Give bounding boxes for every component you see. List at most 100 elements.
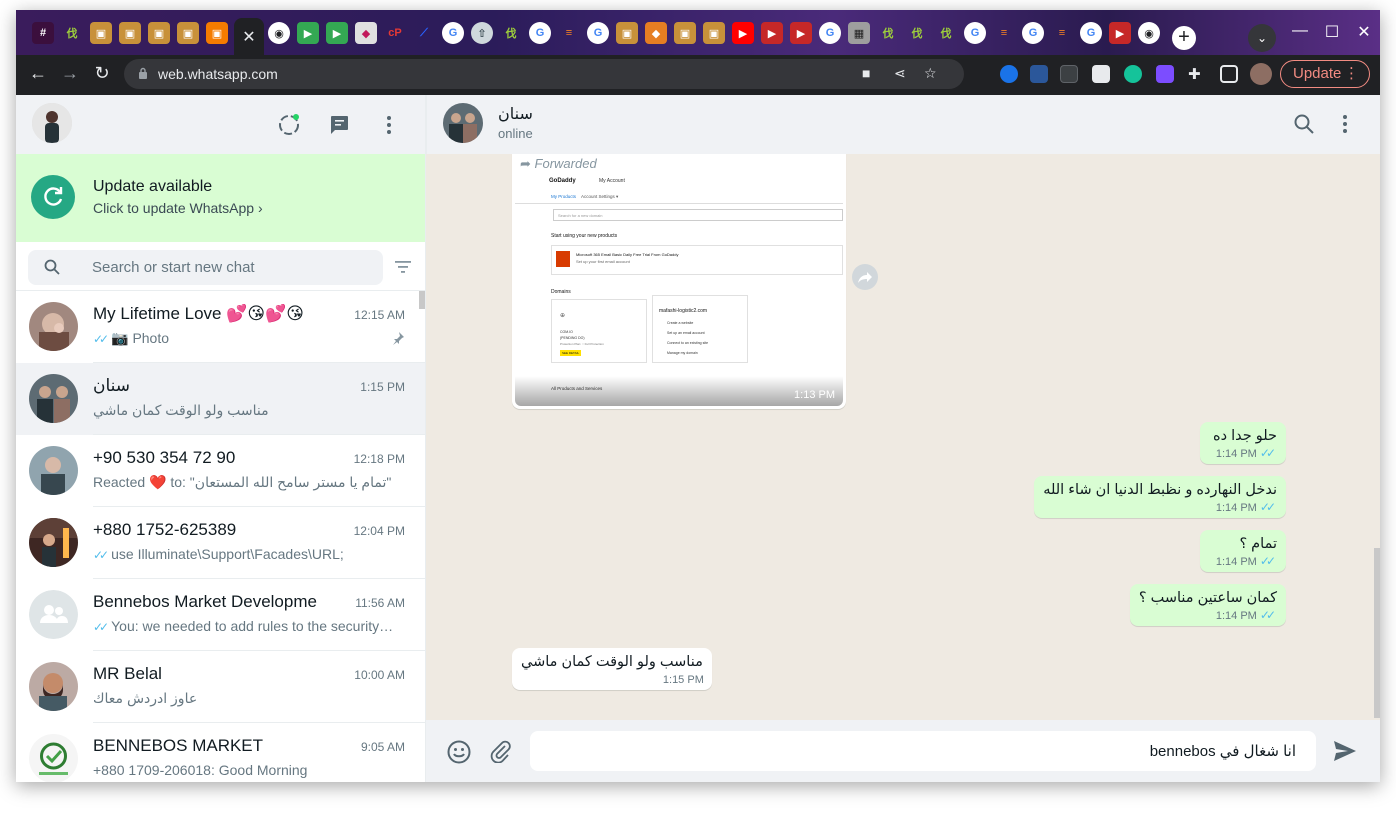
conversation-header[interactable]: سنان online xyxy=(426,95,1380,154)
send-icon[interactable] xyxy=(1332,739,1358,763)
message-text: مناسب ولو الوقت كمان ماشي xyxy=(521,654,703,670)
share-icon[interactable]: ⋖ xyxy=(894,65,906,82)
extension-icon[interactable] xyxy=(1092,65,1110,83)
list-item[interactable]: +880 1752-625389 12:04 PM ✓✓ use Illumina… xyxy=(16,507,425,579)
tab-youtube-icon[interactable]: ▶ xyxy=(790,22,812,44)
tab-google-icon[interactable]: G xyxy=(529,22,551,44)
close-window-icon[interactable]: ✕ xyxy=(1352,22,1376,42)
avatar[interactable] xyxy=(32,103,72,143)
outgoing-message[interactable]: حلو جدا ده 1:14 PM ✓✓ xyxy=(1200,422,1286,464)
update-subtitle[interactable]: Click to update WhatsApp › xyxy=(93,200,263,216)
tab-qr-icon[interactable]: ▦ xyxy=(848,22,870,44)
tab-bennebos-icon[interactable]: 伐 xyxy=(935,22,957,44)
list-item[interactable]: Bennebos Market Developme 11:56 AM ✓✓ You… xyxy=(16,579,425,651)
address-bar[interactable]: web.whatsapp.com ■ ⋖ ☆ xyxy=(124,59,964,89)
scrollbar[interactable] xyxy=(1374,548,1380,718)
camera-icon[interactable]: ■ xyxy=(862,65,870,81)
list-item[interactable]: +90 530 354 72 90 12:18 PM Reacted ❤️ to… xyxy=(16,435,425,507)
update-banner[interactable]: Update available Click to update WhatsAp… xyxy=(16,154,425,242)
tab-package-icon[interactable]: ▣ xyxy=(703,22,725,44)
extension-icon[interactable] xyxy=(1030,65,1048,83)
list-item[interactable]: سنان 1:15 PM مناسب ولو الوقت كمان ماشي xyxy=(16,363,425,435)
tab-bennebos-icon[interactable]: 伐 xyxy=(500,22,522,44)
tab-box-icon[interactable]: ◆ xyxy=(645,22,667,44)
tab-package-icon[interactable]: ▣ xyxy=(148,22,170,44)
forward-icon[interactable] xyxy=(852,264,878,290)
tab-google-icon[interactable]: G xyxy=(442,22,464,44)
avatar[interactable] xyxy=(443,103,483,143)
tab-google-icon[interactable]: G xyxy=(1022,22,1044,44)
list-item[interactable]: BENNEBOS MARKET 9:05 AM +880 1709-206018… xyxy=(16,723,425,782)
forward-icon[interactable]: → xyxy=(58,63,82,84)
tab-stack-icon[interactable]: ≡ xyxy=(558,22,580,44)
reload-icon[interactable]: ↻ xyxy=(90,63,114,84)
browser-menu-icon[interactable]: ⋮ xyxy=(1344,61,1359,87)
tab-bennebos-icon[interactable]: 伐 xyxy=(61,22,83,44)
tab-search-icon[interactable]: ⌄ xyxy=(1248,24,1276,52)
puzzle-icon[interactable]: ✚ xyxy=(1188,65,1206,83)
message-input[interactable]: انا شغال في bennebos xyxy=(530,731,1316,771)
tab-stack-icon[interactable]: ≡ xyxy=(993,22,1015,44)
incoming-message[interactable]: مناسب ولو الوقت كمان ماشي 1:15 PM xyxy=(512,648,712,690)
tab-cube-icon[interactable]: ▣ xyxy=(206,22,228,44)
tab-package-icon[interactable]: ▣ xyxy=(674,22,696,44)
tab-google-icon[interactable]: G xyxy=(587,22,609,44)
browser-update-button[interactable]: Update ⋮ xyxy=(1280,60,1370,88)
menu-icon[interactable] xyxy=(376,112,402,138)
bookmark-star-icon[interactable]: ☆ xyxy=(924,65,937,82)
back-icon[interactable]: ← xyxy=(26,63,50,84)
profile-avatar[interactable] xyxy=(1250,63,1272,85)
tab-google-icon[interactable]: G xyxy=(964,22,986,44)
tab-meet-icon[interactable]: ▶ xyxy=(297,22,319,44)
tab-bennebos-icon[interactable]: 伐 xyxy=(906,22,928,44)
tab-package-icon[interactable]: ▣ xyxy=(616,22,638,44)
tab-youtube-icon[interactable]: ▶ xyxy=(1109,22,1131,44)
extension-icon[interactable] xyxy=(1060,65,1078,83)
tab-meet-icon[interactable]: ▶ xyxy=(326,22,348,44)
list-item[interactable]: My Lifetime Love 💕😘💕😘 12:15 AM ✓✓ 📷 Photo xyxy=(16,291,425,363)
outgoing-message[interactable]: كمان ساعتين مناسب ؟ 1:14 PM ✓✓ xyxy=(1129,584,1286,626)
attach-icon[interactable] xyxy=(488,739,512,763)
image-message[interactable]: ➦ Forwarded GoDaddy My Account My Produc… xyxy=(512,154,846,409)
tab-youtube-icon[interactable]: ▶ xyxy=(761,22,783,44)
message-time: 1:14 PM xyxy=(1215,610,1257,622)
tab-package-icon[interactable]: ▣ xyxy=(90,22,112,44)
tab-bennebos-icon[interactable]: 伐 xyxy=(877,22,899,44)
tab-close-icon[interactable]: ✕ xyxy=(242,27,255,47)
search-icon[interactable] xyxy=(1293,113,1315,135)
tab-slack-icon[interactable]: # xyxy=(32,22,54,44)
avatar xyxy=(29,374,78,423)
tab-stack-icon[interactable]: ≡ xyxy=(1051,22,1073,44)
side-panel-icon[interactable] xyxy=(1220,65,1238,83)
outgoing-message[interactable]: تمام ؟ 1:14 PM ✓✓ xyxy=(1200,530,1286,572)
new-tab-button[interactable]: + xyxy=(1172,26,1196,50)
minimize-icon[interactable]: — xyxy=(1288,22,1312,40)
scrollbar[interactable] xyxy=(419,291,425,309)
tab-youtube-icon[interactable]: ▶ xyxy=(732,22,754,44)
tab-upload-icon[interactable]: ⇧ xyxy=(471,22,493,44)
tab-google-icon[interactable]: G xyxy=(819,22,841,44)
menu-icon[interactable] xyxy=(1333,112,1357,136)
maximize-icon[interactable]: ☐ xyxy=(1320,22,1344,42)
emoji-icon[interactable] xyxy=(446,739,472,765)
new-chat-icon[interactable] xyxy=(326,112,352,138)
tab-whatsapp-active[interactable]: ✕ xyxy=(234,18,264,55)
filter-icon[interactable] xyxy=(394,260,412,274)
tab-package-icon[interactable]: ▣ xyxy=(119,22,141,44)
tab-globe-icon[interactable]: ◉ xyxy=(1138,22,1160,44)
tab-google-icon[interactable]: G xyxy=(1080,22,1102,44)
url-text: web.whatsapp.com xyxy=(158,66,278,82)
tab-cp-icon[interactable]: cP xyxy=(384,22,406,44)
outgoing-message[interactable]: ندخل النهارده و نظبط الدنيا ان شاء الله … xyxy=(1034,476,1286,518)
grammarly-icon[interactable] xyxy=(1124,65,1142,83)
extension-icon[interactable] xyxy=(1000,65,1018,83)
list-item[interactable]: MR Belal 10:00 AM عاوز ادردش معاك xyxy=(16,651,425,723)
search-input[interactable] xyxy=(92,250,372,285)
tab-app-icon[interactable]: ◆ xyxy=(355,22,377,44)
tab-package-icon[interactable]: ▣ xyxy=(177,22,199,44)
tab-globe-icon[interactable]: ◉ xyxy=(268,22,290,44)
extension-icon[interactable] xyxy=(1156,65,1174,83)
tab-feather-icon[interactable]: ⟋ xyxy=(413,22,435,44)
status-icon[interactable] xyxy=(276,112,302,138)
forwarded-image[interactable]: GoDaddy My Account My Products Account S… xyxy=(515,173,843,406)
